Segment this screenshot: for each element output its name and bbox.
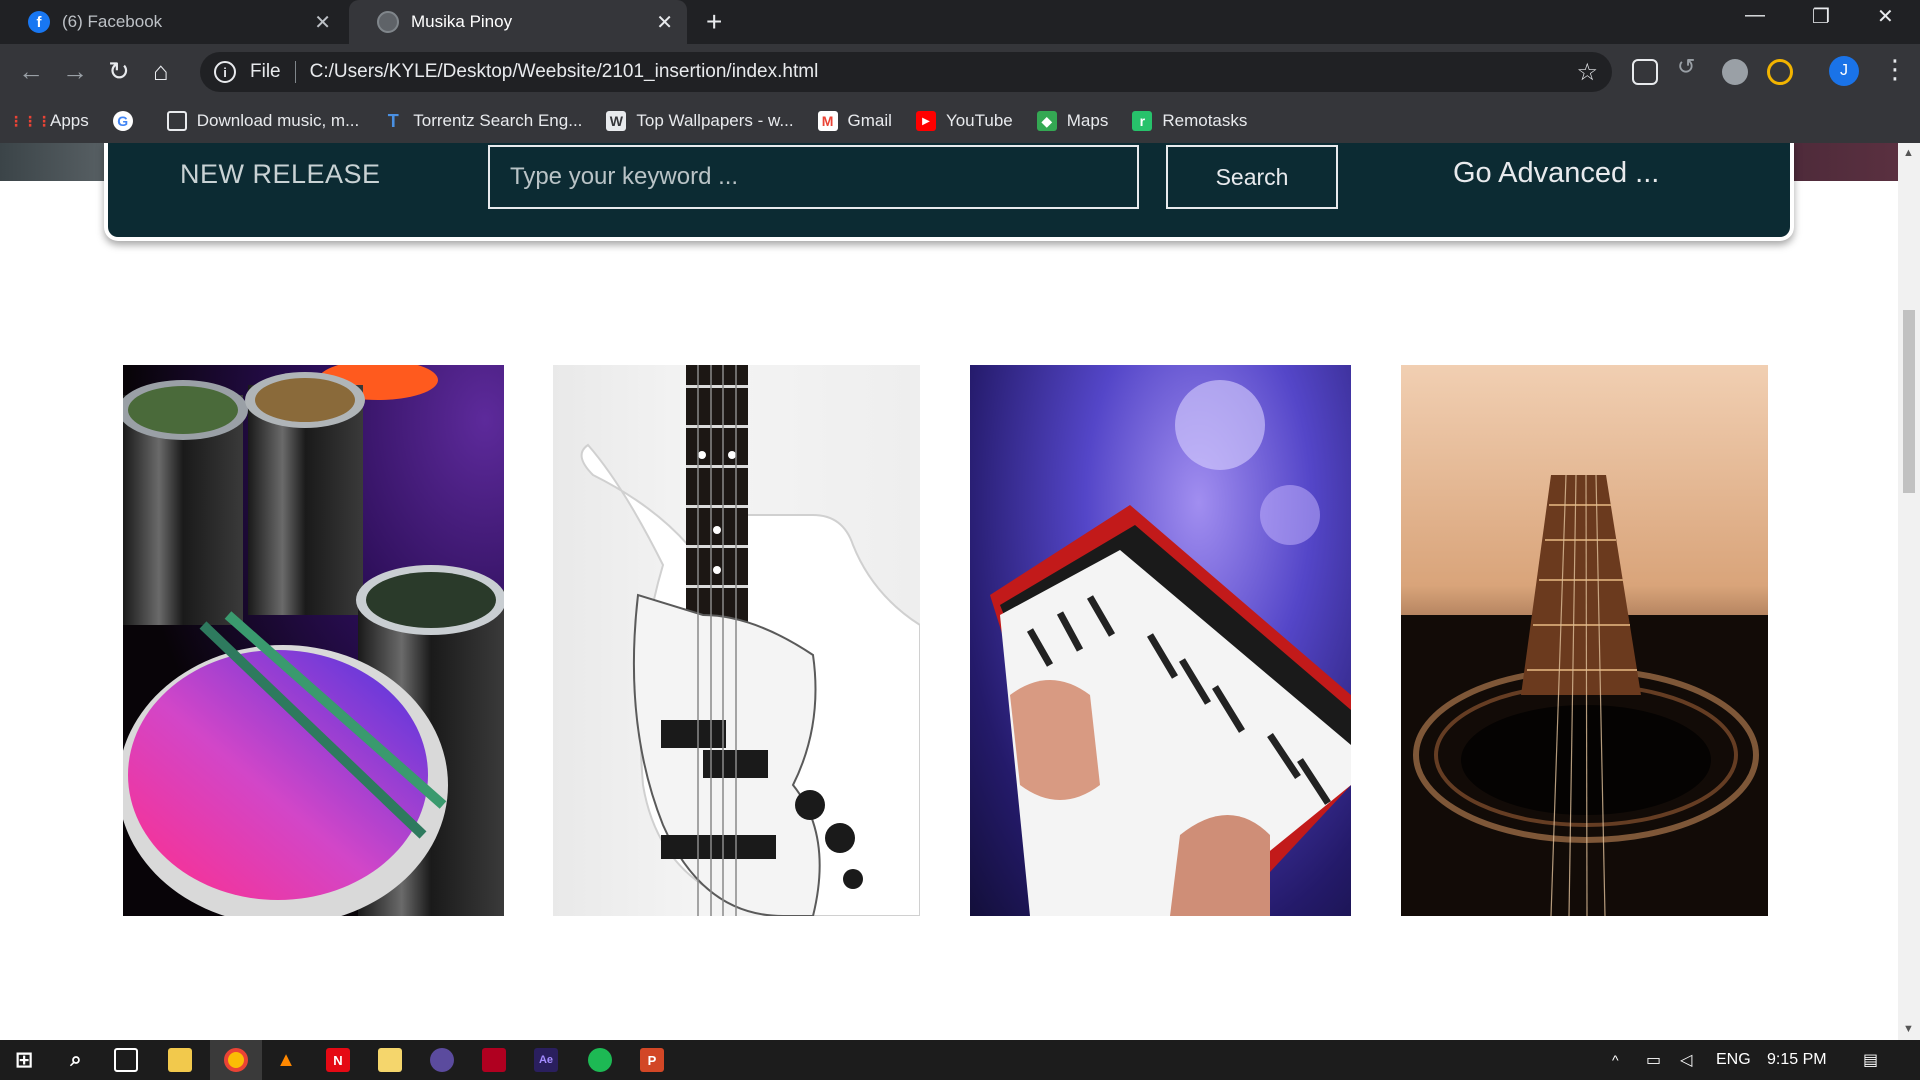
task-view-icon[interactable] xyxy=(114,1048,138,1072)
bookmark-label: Top Wallpapers - w... xyxy=(636,111,794,130)
close-window-icon[interactable]: ✕ xyxy=(1877,4,1894,29)
tab-title: Musika Pinoy xyxy=(411,12,513,31)
windows-start-icon[interactable]: ⊞ xyxy=(12,1047,36,1072)
bookmark-star-icon[interactable]: ☆ xyxy=(1576,58,1598,87)
bookmark-label: Download music, m... xyxy=(196,111,360,130)
browser-tabstrip: f (6) Facebook ✕ Musika Pinoy ✕ + — ❐ ✕ xyxy=(0,0,1920,44)
bookmark-download-music[interactable]: Download music, m... xyxy=(166,111,360,131)
vlc-icon[interactable]: ▲ xyxy=(274,1048,298,1072)
maps-icon: ◆ xyxy=(1036,111,1057,131)
bookmark-apps[interactable]: ⋮⋮⋮ Apps xyxy=(9,111,89,131)
volume-icon[interactable]: ◁ xyxy=(1680,1040,1692,1080)
minimize-icon[interactable]: — xyxy=(1745,4,1765,27)
gmail-icon: M xyxy=(817,111,838,131)
netflix-icon[interactable]: N xyxy=(326,1048,350,1072)
chrome-icon[interactable] xyxy=(224,1048,248,1072)
apps-grid-icon: ⋮⋮⋮ xyxy=(9,112,51,129)
home-icon[interactable]: ⌂ xyxy=(153,56,169,86)
bookmark-top-wallpapers[interactable]: W Top Wallpapers - w... xyxy=(606,111,794,131)
url-text[interactable]: C:/Users/KYLE/Desktop/Weebsite/2101_inse… xyxy=(310,61,819,83)
history-icon[interactable]: ↺ xyxy=(1677,54,1703,80)
close-tab-icon[interactable]: ✕ xyxy=(656,10,673,35)
page-viewport: NEW RELEASE Search Go Advanced ... xyxy=(0,143,1898,1040)
keyboard-illustration xyxy=(990,380,1351,916)
tab-title: (6) Facebook xyxy=(62,12,163,31)
divider xyxy=(294,61,296,83)
media-app-icon[interactable] xyxy=(482,1048,506,1072)
new-tab-button[interactable]: + xyxy=(706,6,722,38)
search-panel: NEW RELEASE Search Go Advanced ... xyxy=(104,143,1794,241)
bookmark-label: Remotasks xyxy=(1162,111,1248,130)
extension-icon[interactable] xyxy=(1632,59,1658,85)
tab-musika-pinoy[interactable]: Musika Pinoy ✕ xyxy=(349,0,687,44)
bookmark-label: Gmail xyxy=(847,111,892,130)
bass-guitar-image[interactable] xyxy=(553,365,920,916)
bookmark-label: Torrentz Search Eng... xyxy=(413,111,583,130)
tab-facebook[interactable]: f (6) Facebook ✕ xyxy=(0,0,345,44)
file-explorer-icon[interactable] xyxy=(168,1048,192,1072)
bookmark-google[interactable]: G xyxy=(112,111,143,131)
bookmark-label: YouTube xyxy=(945,111,1013,130)
bookmark-youtube[interactable]: ▶ YouTube xyxy=(915,111,1013,131)
bass-guitar-illustration xyxy=(580,365,920,916)
bookmark-label: Apps xyxy=(50,111,89,130)
scroll-down-arrow-icon[interactable]: ▼ xyxy=(1903,1023,1914,1035)
address-bar[interactable]: i File C:/Users/KYLE/Desktop/Weebsite/21… xyxy=(200,52,1612,92)
search-button[interactable]: Search xyxy=(1166,145,1338,209)
drums-image[interactable] xyxy=(123,365,504,916)
facebook-icon: f xyxy=(28,11,50,33)
close-tab-icon[interactable]: ✕ xyxy=(314,10,331,35)
notifications-icon[interactable]: ▤ xyxy=(1863,1040,1878,1080)
bookmark-maps[interactable]: ◆ Maps xyxy=(1036,111,1109,131)
globe-icon xyxy=(377,11,399,33)
remotasks-icon: r xyxy=(1132,111,1153,131)
download-music-icon xyxy=(166,111,187,131)
google-icon: G xyxy=(112,111,133,131)
language-indicator[interactable]: ENG xyxy=(1716,1040,1751,1080)
acoustic-guitar-illustration xyxy=(1401,474,1768,916)
notes-icon[interactable] xyxy=(378,1048,402,1072)
profile-avatar[interactable]: J xyxy=(1829,56,1859,86)
powerpoint-icon[interactable]: P xyxy=(640,1048,664,1072)
acoustic-guitar-image[interactable] xyxy=(1401,365,1768,916)
bookmark-label: Maps xyxy=(1066,111,1109,130)
windows-taskbar: ⊞ ⌕ ▲ N Ae P ^ ▭ ◁ ENG 9:15 PM ▤ xyxy=(0,1040,1920,1080)
bookmark-remotasks[interactable]: r Remotasks xyxy=(1132,111,1247,131)
menu-icon[interactable]: ⋮ xyxy=(1882,54,1908,85)
tray-chevron-icon[interactable]: ^ xyxy=(1612,1040,1619,1080)
back-arrow-icon[interactable]: ← xyxy=(18,56,44,86)
bookmark-gmail[interactable]: M Gmail xyxy=(817,111,892,131)
bookmark-torrentz[interactable]: T Torrentz Search Eng... xyxy=(383,110,583,131)
wallpapers-icon: W xyxy=(606,111,627,131)
network-icon[interactable]: ▭ xyxy=(1646,1040,1661,1080)
scroll-up-arrow-icon[interactable]: ▲ xyxy=(1903,147,1914,159)
forward-arrow-icon[interactable]: → xyxy=(62,56,88,86)
extension-icon[interactable] xyxy=(1767,59,1793,85)
search-input[interactable] xyxy=(488,145,1139,209)
torrentz-icon: T xyxy=(387,110,399,131)
bookmarks-bar: ⋮⋮⋮ Apps G Download music, m... T Torren… xyxy=(0,99,1920,143)
youtube-icon: ▶ xyxy=(915,111,936,131)
drums-illustration xyxy=(123,365,504,916)
reload-icon[interactable]: ↻ xyxy=(108,56,130,86)
browser-toolbar: ← → ↻ ⌂ i File C:/Users/KYLE/Desktop/Wee… xyxy=(0,44,1920,99)
new-release-link[interactable]: NEW RELEASE xyxy=(180,159,381,190)
info-icon[interactable]: i xyxy=(214,61,236,83)
go-advanced-link[interactable]: Go Advanced ... xyxy=(1453,157,1659,190)
after-effects-icon[interactable]: Ae xyxy=(534,1048,558,1072)
keyboard-image[interactable] xyxy=(970,365,1351,916)
spotify-icon[interactable] xyxy=(588,1048,612,1072)
clock[interactable]: 9:15 PM xyxy=(1767,1040,1827,1080)
scheme-label: File xyxy=(250,61,281,82)
extension-icon[interactable] xyxy=(1722,59,1748,85)
search-icon[interactable]: ⌕ xyxy=(64,1048,88,1072)
app-icon[interactable] xyxy=(430,1048,454,1072)
page-scrollbar[interactable]: ▲ ▼ xyxy=(1898,143,1920,1040)
scroll-thumb[interactable] xyxy=(1903,310,1915,493)
restore-icon[interactable]: ❐ xyxy=(1812,4,1830,29)
